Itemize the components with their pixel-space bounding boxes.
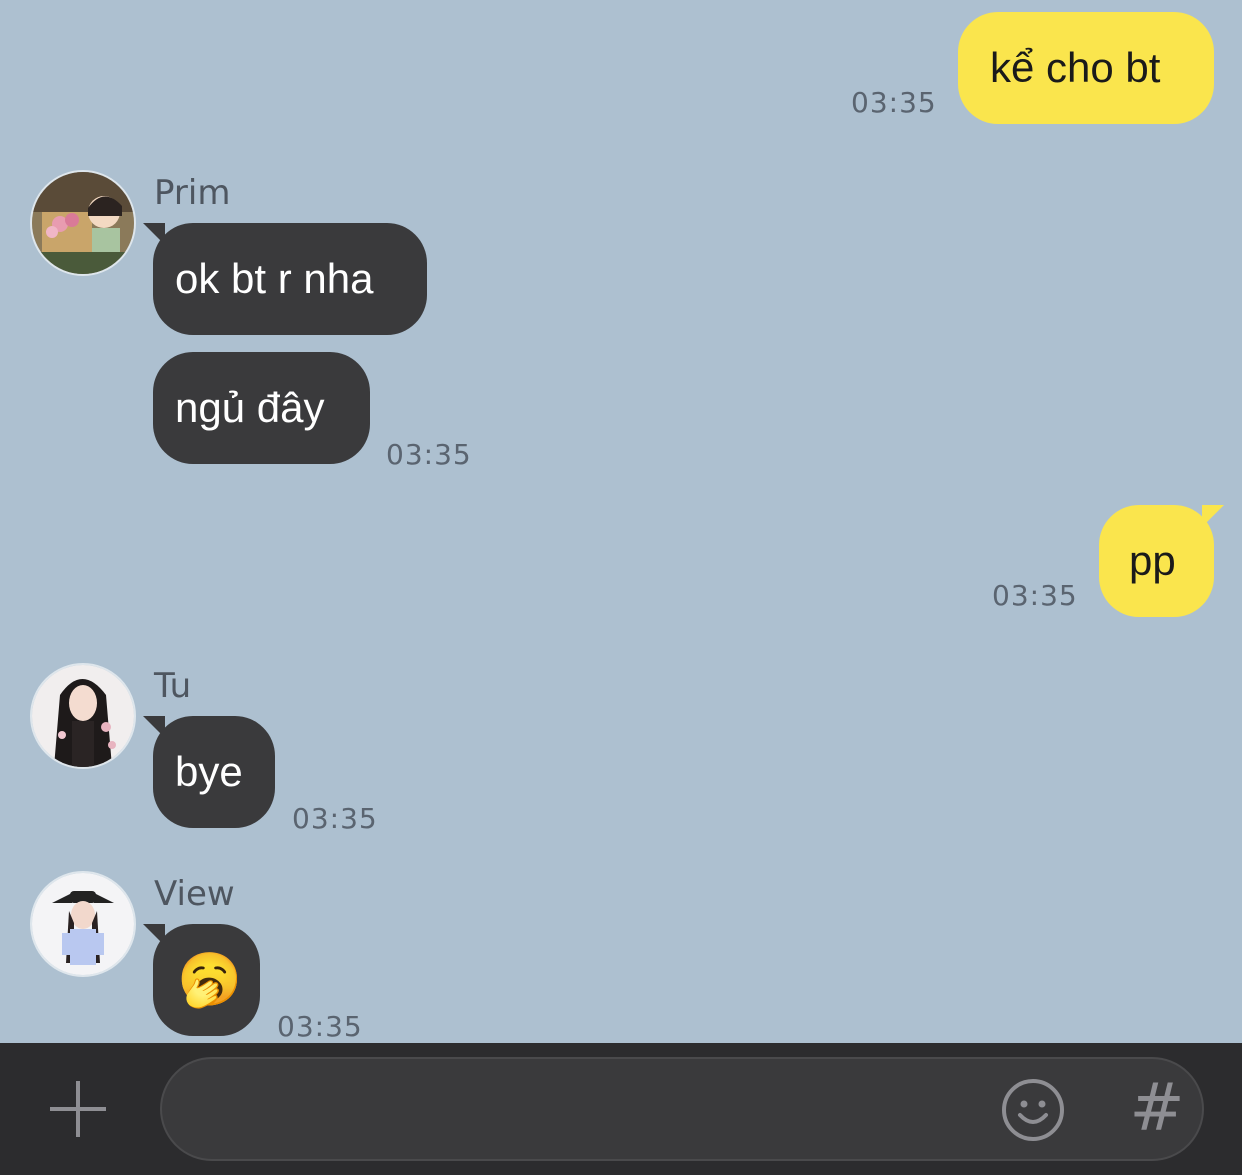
received-message-bubble[interactable]: 🥱 xyxy=(143,924,260,1036)
message-input[interactable] xyxy=(192,1079,996,1141)
plus-icon xyxy=(50,1081,106,1137)
avatar-view-image xyxy=(32,873,134,975)
received-message-bubble[interactable]: ngủ đây xyxy=(153,352,370,464)
message-text: pp xyxy=(1129,537,1176,584)
smiley-face-icon xyxy=(1002,1079,1064,1141)
avatar-prim[interactable] xyxy=(30,170,136,276)
message-timestamp: 03:35 xyxy=(386,438,472,471)
avatar-prim-image xyxy=(32,172,134,274)
chat-area[interactable]: 03:35 kể cho bt Prim ok bt r nha ngủ đây… xyxy=(0,0,1242,1043)
attach-button[interactable] xyxy=(48,1079,108,1139)
message-text: ngủ đây xyxy=(175,384,325,431)
message-text: ok bt r nha xyxy=(175,255,374,302)
sender-name: View xyxy=(154,874,235,914)
received-message-bubble[interactable]: bye xyxy=(143,716,275,828)
message-timestamp: 03:35 xyxy=(277,1010,363,1043)
message-input-container[interactable]: # xyxy=(160,1057,1204,1161)
avatar-tu-image xyxy=(32,665,134,767)
message-timestamp: 03:35 xyxy=(292,802,378,835)
received-message-bubble[interactable]: ok bt r nha xyxy=(143,223,427,335)
message-emoji: 🥱 xyxy=(177,951,242,1009)
message-text: kể cho bt xyxy=(990,44,1161,91)
sent-message-bubble[interactable]: kể cho bt xyxy=(958,12,1214,124)
input-toolbar: # xyxy=(0,1043,1242,1175)
avatar-view[interactable] xyxy=(30,871,136,977)
message-text: bye xyxy=(175,748,243,795)
sent-message-bubble[interactable]: pp xyxy=(1099,505,1224,617)
message-timestamp: 03:35 xyxy=(851,86,937,119)
sender-name: Tu xyxy=(154,666,192,706)
hashtag-button[interactable]: # xyxy=(1122,1073,1192,1143)
hashtag-icon: # xyxy=(1129,1069,1185,1146)
sender-name: Prim xyxy=(154,173,231,213)
avatar-tu[interactable] xyxy=(30,663,136,769)
message-timestamp: 03:35 xyxy=(992,579,1078,612)
emoji-button[interactable] xyxy=(1000,1077,1066,1143)
